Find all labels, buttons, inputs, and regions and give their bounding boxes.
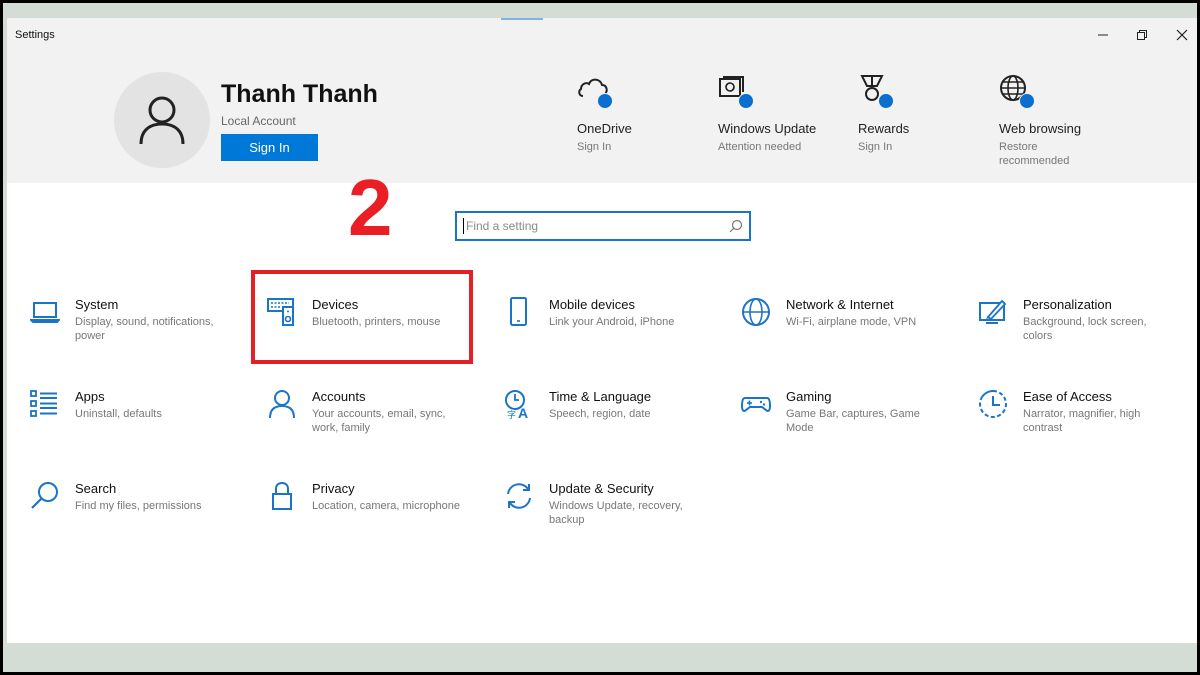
category-title: Search — [75, 481, 117, 496]
devices-highlight-box — [251, 270, 473, 364]
category-desc: Display, sound, notifications, power — [75, 316, 214, 342]
avatar[interactable] — [114, 72, 210, 168]
qs-label: OneDrive — [577, 121, 632, 136]
rewards-status[interactable]: Rewards Sign In — [858, 74, 1008, 154]
qs-sub: Attention needed — [718, 141, 802, 153]
screenshot-frame: Settings Thanh Thanh Local Account Sign … — [3, 3, 1197, 672]
person-icon — [269, 390, 295, 419]
category-desc: Link your Android, iPhone — [549, 316, 675, 328]
category-title: Gaming — [786, 389, 832, 404]
restore-button[interactable] — [1122, 22, 1162, 48]
ease-of-access-icon — [979, 390, 1007, 418]
restore-icon — [1137, 30, 1147, 40]
category-desc: Background, lock screen, colors — [1023, 316, 1147, 342]
category-desc: Location, camera, microphone — [312, 500, 460, 512]
status-dot — [738, 93, 754, 109]
category-desc: Speech, region, date — [549, 408, 651, 420]
time-language-icon: A 字 — [505, 390, 528, 419]
sign-in-button[interactable]: Sign In — [221, 134, 318, 161]
person-avatar-icon — [139, 96, 185, 145]
qs-label: Rewards — [858, 121, 910, 136]
web-browsing-status[interactable]: Web browsing Restore recommended — [999, 74, 1149, 168]
category-title: Update & Security — [549, 481, 654, 496]
minimize-icon — [1098, 34, 1108, 36]
status-dot — [878, 93, 894, 109]
account-type: Local Account — [221, 114, 296, 128]
taskbar-strip — [3, 643, 1197, 672]
category-desc: Your accounts, email, sync, work, family — [312, 408, 446, 434]
qs-label: Windows Update — [718, 121, 817, 136]
category-title: Apps — [75, 389, 105, 404]
search-placeholder: Find a setting — [466, 219, 539, 233]
category-title: Time & Language — [549, 389, 652, 404]
qs-sub: Restore recommended — [999, 141, 1070, 167]
laptop-icon — [30, 302, 60, 323]
svg-text:A: A — [518, 405, 528, 419]
qs-sub: Sign In — [858, 141, 893, 153]
windows-update-status[interactable]: Windows Update Attention needed — [718, 74, 868, 154]
text-caret — [463, 218, 464, 234]
close-icon — [1176, 29, 1188, 41]
gamepad-icon — [741, 397, 771, 412]
category-desc: Narrator, magnifier, high contrast — [1023, 408, 1141, 434]
category-desc: Wi-Fi, airplane mode, VPN — [786, 316, 917, 328]
account-header: Thanh Thanh Local Account Sign In OneDri… — [7, 52, 1197, 183]
category-title: Ease of Access — [1023, 389, 1112, 404]
window-title: Settings — [15, 29, 55, 41]
category-title: System — [75, 297, 119, 312]
title-bar[interactable]: Settings — [7, 18, 1197, 52]
search-input[interactable]: Find a setting — [455, 211, 751, 241]
settings-window: Settings Thanh Thanh Local Account Sign … — [7, 18, 1197, 658]
search-icon — [31, 482, 58, 509]
globe-icon — [742, 298, 770, 326]
category-desc: Windows Update, recovery, backup — [549, 500, 683, 526]
status-dot — [597, 93, 613, 109]
category-desc: Game Bar, captures, Game Mode — [786, 408, 920, 434]
category-title: Privacy — [312, 481, 355, 496]
step-number-annotation: 2 — [348, 163, 393, 252]
user-name: Thanh Thanh — [221, 80, 378, 108]
onedrive-status[interactable]: OneDrive Sign In — [577, 74, 727, 154]
category-title: Network & Internet — [786, 297, 894, 312]
close-button[interactable] — [1162, 22, 1197, 48]
lock-icon — [272, 481, 292, 510]
qs-sub: Sign In — [577, 141, 612, 153]
title-accent-line — [501, 18, 543, 20]
category-title: Accounts — [312, 389, 366, 404]
paint-brush-icon — [979, 299, 1007, 324]
search-icon[interactable] — [729, 219, 743, 233]
svg-text:字: 字 — [507, 409, 516, 419]
phone-icon — [510, 297, 527, 326]
category-desc: Find my files, permissions — [75, 500, 202, 512]
category-title: Mobile devices — [549, 297, 635, 312]
sync-icon — [507, 483, 531, 509]
minimize-button[interactable] — [1083, 22, 1123, 48]
qs-label: Web browsing — [999, 121, 1082, 136]
apps-list-icon — [30, 390, 57, 417]
category-desc: Uninstall, defaults — [75, 408, 162, 420]
status-dot — [1019, 93, 1035, 109]
category-title: Personalization — [1023, 297, 1112, 312]
